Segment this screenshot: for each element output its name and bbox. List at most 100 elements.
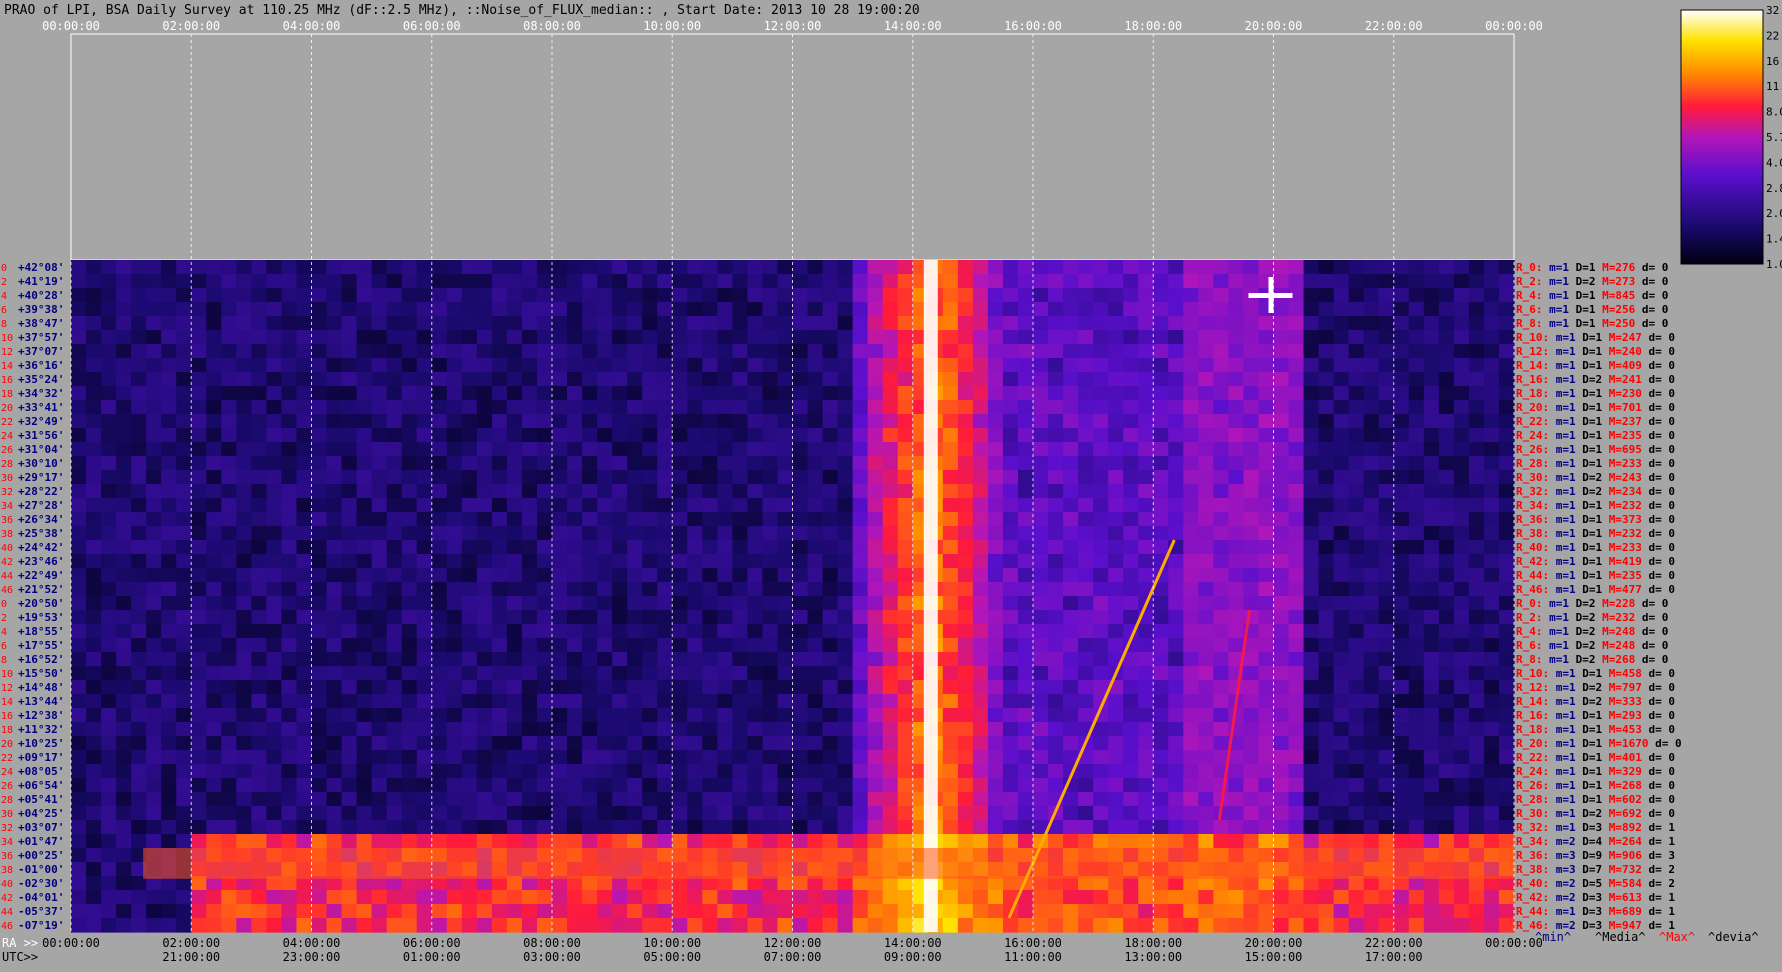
heatmap-cell [672,386,688,401]
heatmap-cell [191,330,207,345]
heatmap-cell [1258,764,1274,779]
heatmap-cell [1349,918,1365,933]
heatmap-cell [717,372,733,387]
receiver-stat: R_34: [1516,499,1549,512]
heatmap-cell [582,386,598,401]
heatmap-cell [1153,274,1169,289]
heatmap-cell [327,918,343,933]
heatmap-cell [1469,792,1485,807]
heatmap-cell [732,428,748,443]
top-time-tick: 02:00:00 [162,19,220,33]
heatmap-cell [402,498,418,513]
heatmap-cell [387,666,403,681]
heatmap-cell [1379,722,1395,737]
heatmap-cell [1228,820,1244,835]
heatmap-cell [387,274,403,289]
heatmap-cell [1108,442,1124,457]
heatmap-cell [387,708,403,723]
heatmap-cell [1183,540,1199,555]
heatmap-cell [1213,834,1229,849]
heatmap-cell [1258,260,1274,275]
heatmap-cell [838,764,854,779]
heatmap-cell [702,400,718,415]
heatmap-cell [402,834,418,849]
heatmap-cell [1018,428,1034,443]
heatmap-cell [432,456,448,471]
heatmap-cell [372,358,388,373]
receiver-stats-row: R_40: m=1 D=1 M=233 d= 0 [1516,541,1675,554]
beam-number: 28 [1,795,13,806]
receiver-stat: m=1 [1543,625,1570,638]
heatmap-cell [327,274,343,289]
receiver-stat: R_2: [1516,611,1543,624]
heatmap-cell [161,680,177,695]
heatmap-cell [1334,540,1350,555]
heatmap-cell [191,806,207,821]
heatmap-cell [973,316,989,331]
heatmap-cell [732,456,748,471]
heatmap-cell [131,764,147,779]
heatmap-cell [251,512,267,527]
heatmap-cell [883,442,899,457]
heatmap-cell [537,680,553,695]
heatmap-cell [1379,624,1395,639]
heatmap-cell [1243,750,1259,765]
heatmap-cell [116,680,132,695]
heatmap-cell [808,442,824,457]
heatmap-cell [312,750,328,765]
heatmap-cell [191,624,207,639]
heatmap-cell [161,302,177,317]
heatmap-cell [1469,596,1485,611]
heatmap-cell [101,260,117,275]
heatmap-cell [1048,666,1064,681]
heatmap-cell [146,820,162,835]
heatmap-cell [251,484,267,499]
heatmap-cell [597,904,613,919]
heatmap-cell [1499,638,1515,653]
beam-number: 2 [1,613,7,624]
heatmap-cell [402,624,418,639]
heatmap-cell [312,512,328,527]
heatmap-cell [161,568,177,583]
heatmap-cell [702,386,718,401]
heatmap-cell [492,540,508,555]
heatmap-cell [597,302,613,317]
heatmap-cell [447,680,463,695]
heatmap-cell [357,358,373,373]
heatmap-cell [883,330,899,345]
heatmap-cell [176,568,192,583]
heatmap-cell [958,708,974,723]
heatmap-cell [357,344,373,359]
heatmap-cell [1469,260,1485,275]
heatmap-cell [1289,316,1305,331]
heatmap-cell [777,540,793,555]
heatmap-cell [266,624,282,639]
heatmap-cell [387,540,403,555]
heatmap-cell [1183,386,1199,401]
heatmap-cell [161,652,177,667]
heatmap-cell [537,302,553,317]
heatmap-cell [176,260,192,275]
heatmap-cell [1213,260,1229,275]
heatmap-cell [943,596,959,611]
heatmap-cell [1228,554,1244,569]
heatmap-cell [522,526,538,541]
heatmap-cell [1183,834,1199,849]
heatmap-cell [687,260,703,275]
heatmap-cell [387,806,403,821]
heatmap-cell [1033,568,1049,583]
heatmap-cell [1033,344,1049,359]
heatmap-cell [943,708,959,723]
heatmap-cell [612,302,628,317]
heatmap-cell [627,344,643,359]
heatmap-cell [477,792,493,807]
receiver-stat: R_8: [1516,317,1543,330]
heatmap-cell [296,582,312,597]
heatmap-cell [417,652,433,667]
heatmap-cell [672,526,688,541]
heatmap-cell [1469,820,1485,835]
heatmap-cell [642,386,658,401]
heatmap-cell [1093,470,1109,485]
ra-tick: 12:00:00 [764,936,822,950]
heatmap-cell [1334,288,1350,303]
